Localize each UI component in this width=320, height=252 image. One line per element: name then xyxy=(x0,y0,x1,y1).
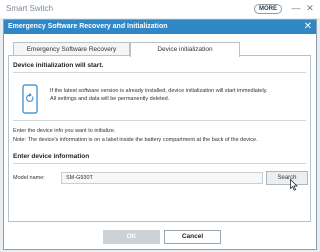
phone-refresh-icon xyxy=(22,84,38,114)
divider xyxy=(13,72,306,73)
close-icon[interactable]: ✕ xyxy=(305,3,315,14)
cancel-button[interactable]: Cancel xyxy=(164,230,221,244)
divider xyxy=(13,120,306,121)
dialog-header: Emergency Software Recovery and Initiali… xyxy=(4,20,316,34)
note-text: Note: The device's information is on a l… xyxy=(13,137,258,143)
section-heading: Device initialization will start. xyxy=(13,62,104,69)
info-text-line-1: If the latest software version is alread… xyxy=(50,88,268,94)
divider xyxy=(13,163,306,164)
model-name-label: Model name: xyxy=(13,175,45,181)
enter-device-info-heading: Enter device information xyxy=(13,153,90,160)
dialog-close-icon[interactable]: ✕ xyxy=(304,21,312,33)
tab-panel: Device initialization will start. If the… xyxy=(8,55,311,222)
tab-emergency-software-recovery[interactable]: Emergency Software Recovery xyxy=(13,42,130,56)
info-text-line-2: All settings and data will be permanentl… xyxy=(50,96,170,102)
tab-device-initialization[interactable]: Device initialization xyxy=(130,42,240,57)
enter-info-text: Enter the device info you want to initia… xyxy=(13,128,116,134)
more-button[interactable]: MORE xyxy=(254,4,282,14)
minimize-icon[interactable]: — xyxy=(291,3,301,14)
dialog-title: Emergency Software Recovery and Initiali… xyxy=(8,23,168,30)
ok-button[interactable]: OK xyxy=(103,230,160,244)
model-name-input[interactable]: SM-G930T xyxy=(61,172,263,184)
app-title: Smart Switch xyxy=(6,4,54,13)
search-button[interactable]: Search xyxy=(266,171,308,185)
app-title-bar: Smart Switch MORE — ✕ xyxy=(0,0,320,18)
mouse-cursor-icon xyxy=(290,179,298,191)
dialog-window: Emergency Software Recovery and Initiali… xyxy=(3,19,317,250)
